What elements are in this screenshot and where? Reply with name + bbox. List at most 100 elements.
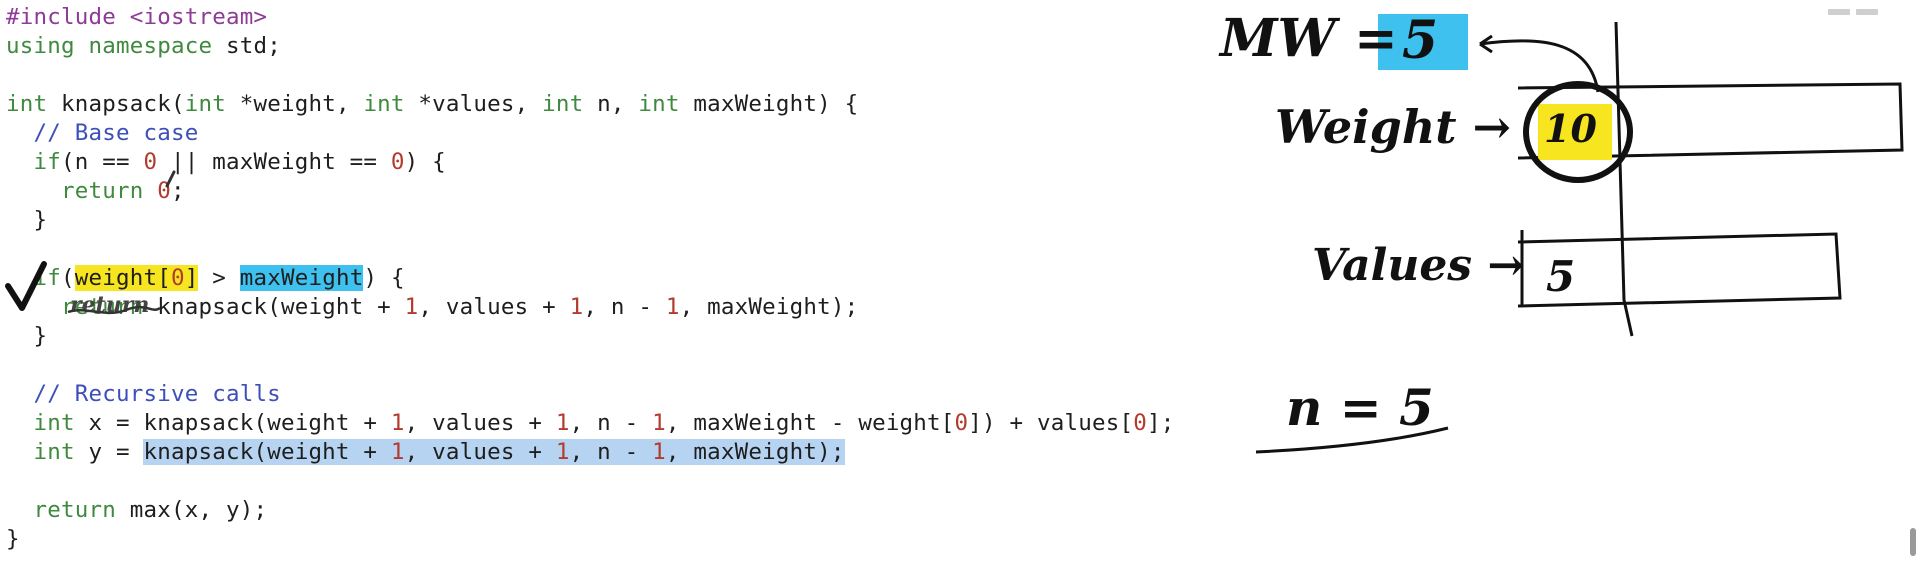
code-token: 0 xyxy=(954,410,969,436)
code-line[interactable]: int x = knapsack(weight + 1, values + 1,… xyxy=(6,409,1175,438)
code-token: ) { xyxy=(363,265,405,291)
code-token: max(x, y); xyxy=(115,497,268,523)
weight-value: 10 xyxy=(1544,106,1597,151)
code-token: , n - xyxy=(569,410,653,436)
code-token: (n == xyxy=(61,149,144,175)
code-token: *weight, xyxy=(225,91,364,117)
code-token: y = xyxy=(74,439,144,465)
code-token: , values + xyxy=(404,410,556,436)
code-token: 1 xyxy=(555,410,570,436)
code-token: int xyxy=(363,91,405,117)
code-line[interactable]: } xyxy=(6,206,47,235)
code-token: > xyxy=(198,265,240,291)
code-token: } xyxy=(6,323,48,349)
code-token: 0 xyxy=(1133,410,1148,436)
code-line[interactable]: #include <iostream> xyxy=(6,3,267,32)
strike-scribble xyxy=(67,305,161,315)
code-token: maxWeight) { xyxy=(679,91,859,117)
code-token: int xyxy=(638,91,680,117)
code-token: , maxWeight - weight[ xyxy=(665,410,955,436)
code-token: if xyxy=(33,149,61,175)
window-controls xyxy=(1822,0,1912,15)
code-token: 0 xyxy=(143,149,158,175)
code-token: 1 xyxy=(652,439,666,465)
code-line[interactable]: return 0; xyxy=(6,177,185,206)
code-token: *values, xyxy=(404,91,543,117)
code-token: // Recursive calls xyxy=(33,381,281,407)
code-token: 0 xyxy=(170,265,185,291)
code-token: || maxWeight == xyxy=(157,149,391,175)
vertical-scrollbar[interactable] xyxy=(1906,0,1918,564)
code-line[interactable]: if(weight[0] > maxWeight) { xyxy=(6,264,405,293)
code-token: 1 xyxy=(390,439,405,465)
code-line[interactable]: if(n == 0 || maxWeight == 0) { xyxy=(6,148,446,177)
code-token: ]; xyxy=(1147,410,1175,436)
array-divider xyxy=(1614,21,1634,337)
code-token: return xyxy=(33,497,116,523)
code-line[interactable]: int knapsack(int *weight, int *values, i… xyxy=(6,90,858,119)
code-token: n, xyxy=(583,91,639,117)
code-token: ] xyxy=(184,265,199,291)
code-line[interactable]: int y = knapsack(weight + 1, values + 1,… xyxy=(6,438,845,467)
code-token: maxWeight xyxy=(239,265,364,291)
code-token: , values + xyxy=(404,439,556,465)
code-token: <iostream> xyxy=(129,4,268,30)
pen-tick-icon xyxy=(165,170,176,188)
code-token: , values + xyxy=(418,294,570,320)
code-token: ) { xyxy=(404,149,446,175)
code-token: 1 xyxy=(555,439,570,465)
code-token: // Base case xyxy=(33,120,199,146)
code-token: , maxWeight); xyxy=(665,439,845,465)
code-line[interactable]: using namespace std; xyxy=(6,32,281,61)
values-label: Values → xyxy=(1312,240,1525,291)
code-line[interactable]: } xyxy=(6,322,47,351)
code-editor[interactable]: #include <iostream> using namespace std; i… xyxy=(0,0,1300,564)
values-value: 5 xyxy=(1546,252,1576,301)
code-token: knapsack(weight + xyxy=(143,439,391,465)
code-token: ( xyxy=(61,265,75,291)
mw-label: MW = xyxy=(1220,8,1398,69)
scroll-thumb[interactable] xyxy=(1910,528,1916,556)
code-token: weight[ xyxy=(74,265,171,291)
n-label: n = 5 xyxy=(1286,378,1434,437)
code-token: using xyxy=(6,33,75,59)
code-token: int xyxy=(6,91,48,117)
code-line[interactable]: // Recursive calls xyxy=(6,380,281,409)
mw-value: 5 xyxy=(1402,10,1439,71)
code-token: knapsack( xyxy=(47,91,185,117)
code-token: , n - xyxy=(569,439,653,465)
code-token: int xyxy=(33,439,75,465)
code-token: , n - xyxy=(583,294,666,320)
code-token: 0 xyxy=(390,149,405,175)
code-line[interactable]: } xyxy=(6,525,20,554)
code-token: 1 xyxy=(665,294,680,320)
code-token: return xyxy=(61,178,144,204)
code-token: int xyxy=(33,410,75,436)
code-token: 1 xyxy=(390,410,405,436)
code-token: x = knapsack(weight + xyxy=(74,410,391,436)
code-token: 1 xyxy=(569,294,584,320)
code-token: 1 xyxy=(404,294,419,320)
code-token: , maxWeight); xyxy=(679,294,859,320)
code-token: std; xyxy=(212,33,281,59)
code-token: #include xyxy=(6,4,130,30)
code-token: } xyxy=(6,207,48,233)
code-token: 1 xyxy=(652,410,666,436)
code-line[interactable]: return max(x, y); xyxy=(6,496,268,525)
checkmark-icon xyxy=(5,261,47,311)
code-token: int xyxy=(184,91,226,117)
code-token: knapsack(weight + xyxy=(143,294,405,320)
code-line[interactable]: // Base case xyxy=(6,119,199,148)
code-token: } xyxy=(6,526,20,552)
weight-label: Weight → xyxy=(1275,100,1512,154)
code-token: ]) + values[ xyxy=(968,410,1134,436)
